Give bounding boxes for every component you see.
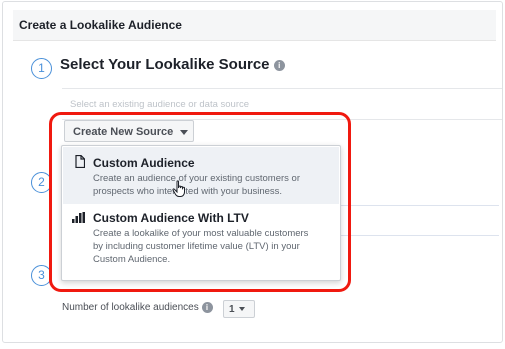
panel-title: Create a Lookalike Audience xyxy=(19,18,182,32)
source-input-placeholder: Select an existing audience or data sour… xyxy=(70,99,250,110)
caret-down-icon xyxy=(238,307,245,312)
info-icon[interactable]: i xyxy=(201,302,213,313)
step-one-indicator: 1 xyxy=(31,58,52,79)
lookalike-count-value: 1 xyxy=(229,304,235,315)
highlight-annotation xyxy=(49,112,351,292)
panel-header: Create a Lookalike Audience xyxy=(13,10,496,41)
background-divider xyxy=(339,235,499,236)
source-section-title: Select Your Lookalike Source i xyxy=(60,56,285,73)
lookalike-count-label-text: Number of lookalike audiences xyxy=(62,302,199,314)
source-section-title-text: Select Your Lookalike Source xyxy=(60,56,270,73)
info-icon[interactable]: i xyxy=(273,59,285,71)
background-divider xyxy=(339,205,499,206)
lookalike-count-label: Number of lookalike audiences i xyxy=(62,302,213,313)
lookalike-count-select[interactable]: 1 xyxy=(223,300,255,318)
